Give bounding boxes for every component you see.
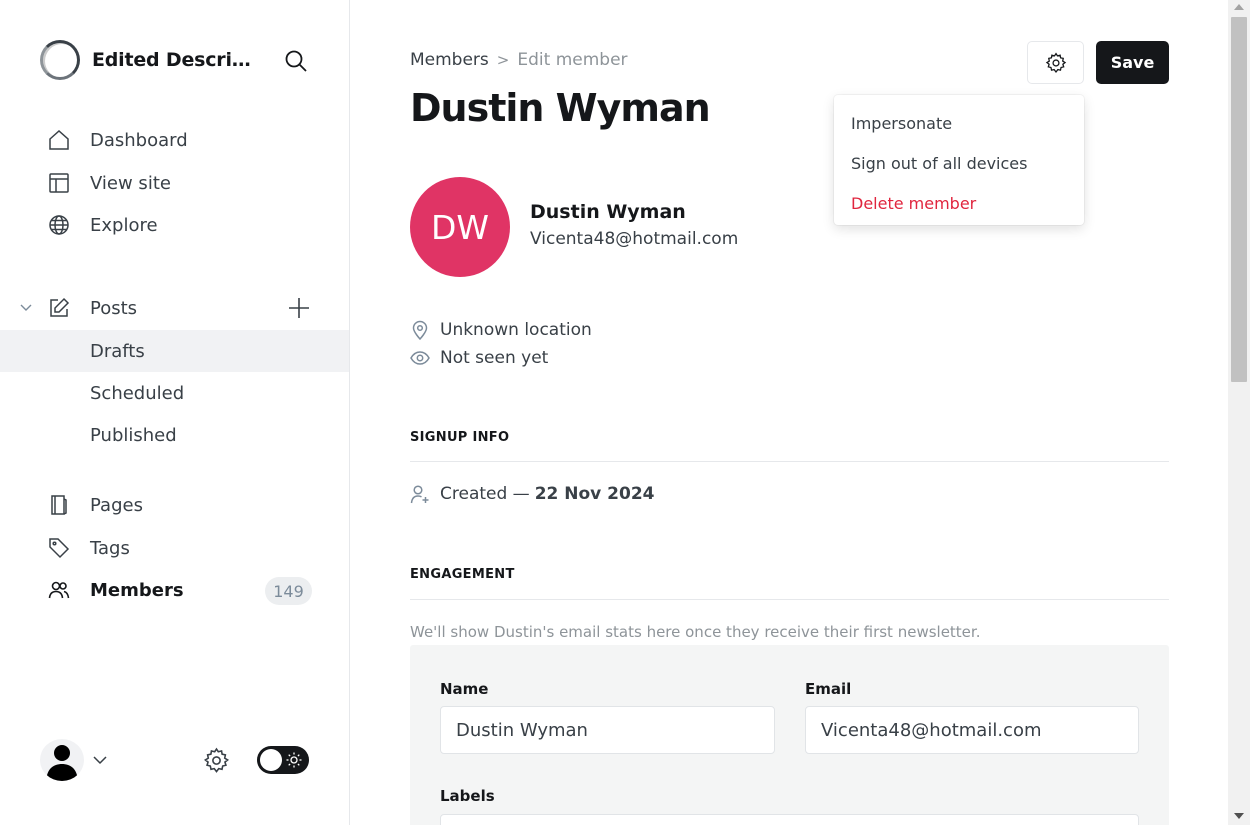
user-add-icon xyxy=(410,485,429,504)
nav-members[interactable]: Members 149 xyxy=(0,569,349,611)
nav-posts-label: Posts xyxy=(90,297,138,319)
member-name: Dustin Wyman xyxy=(530,201,686,223)
nav-scheduled[interactable]: Scheduled xyxy=(0,372,349,414)
eye-icon xyxy=(410,351,430,365)
member-form-panel: Name Dustin Wyman Email Vicenta48@hotmai… xyxy=(410,645,1169,825)
email-field-label: Email xyxy=(805,680,852,698)
user-silhouette-icon xyxy=(46,745,78,781)
nav-published-label: Published xyxy=(90,424,177,446)
nav-drafts[interactable]: Drafts xyxy=(0,330,349,372)
scroll-down-arrow-icon[interactable] xyxy=(1234,813,1244,819)
members-count-badge: 149 xyxy=(265,577,312,605)
breadcrumb-separator-icon: > xyxy=(496,51,510,69)
name-field-label: Name xyxy=(440,680,489,698)
globe-icon xyxy=(49,215,69,235)
nav-published[interactable]: Published xyxy=(0,414,349,456)
toggle-knob xyxy=(260,749,282,771)
scroll-up-arrow-icon[interactable] xyxy=(1234,4,1244,10)
member-location-text: Unknown location xyxy=(440,320,592,340)
nav-members-label: Members xyxy=(90,579,184,601)
members-icon xyxy=(48,581,70,599)
member-last-seen-text: Not seen yet xyxy=(440,348,549,368)
menu-item-impersonate[interactable]: Impersonate xyxy=(834,103,1084,143)
nav-view-site-label: View site xyxy=(90,172,171,194)
nav-dashboard[interactable]: Dashboard xyxy=(0,119,349,161)
nav-tags[interactable]: Tags xyxy=(0,527,349,569)
labels-field[interactable] xyxy=(440,814,1139,825)
member-email: Vicenta48@hotmail.com xyxy=(530,229,739,249)
nav-view-site[interactable]: View site xyxy=(0,162,349,204)
site-logo[interactable] xyxy=(40,40,80,80)
email-field[interactable]: Vicenta48@hotmail.com xyxy=(805,706,1139,754)
menu-item-sign-out-all[interactable]: Sign out of all devices xyxy=(834,143,1084,183)
nav-dashboard-label: Dashboard xyxy=(90,129,188,151)
scroll-thumb[interactable] xyxy=(1231,17,1247,382)
site-header: Edited Descripti... xyxy=(40,40,310,80)
name-field[interactable]: Dustin Wyman xyxy=(440,706,775,754)
created-prefix: Created — xyxy=(440,484,530,504)
labels-field-label: Labels xyxy=(440,787,495,805)
breadcrumb-members-link[interactable]: Members xyxy=(410,50,489,70)
gear-icon xyxy=(1045,51,1066,73)
pages-icon xyxy=(51,495,67,515)
member-location: Unknown location xyxy=(410,320,592,340)
engagement-divider xyxy=(410,599,1169,600)
nav-tags-label: Tags xyxy=(90,537,130,559)
settings-gear-icon[interactable] xyxy=(203,747,230,774)
location-pin-icon xyxy=(412,320,428,340)
breadcrumb: Members > Edit member xyxy=(410,50,628,70)
member-avatar: DW xyxy=(410,177,510,277)
nav-drafts-label: Drafts xyxy=(90,340,145,362)
layout-icon xyxy=(49,173,69,193)
home-icon xyxy=(49,129,69,150)
member-last-seen: Not seen yet xyxy=(410,348,548,368)
plus-icon[interactable] xyxy=(287,296,311,320)
nav-pages-label: Pages xyxy=(90,494,143,516)
theme-toggle[interactable] xyxy=(257,746,309,774)
user-menu-chevron-icon[interactable] xyxy=(92,752,108,768)
nav-pages[interactable]: Pages xyxy=(0,484,349,526)
page-title: Dustin Wyman xyxy=(410,86,711,130)
signup-divider xyxy=(410,461,1169,462)
menu-item-delete-member[interactable]: Delete member xyxy=(834,183,1084,223)
user-avatar[interactable] xyxy=(40,739,84,781)
site-title[interactable]: Edited Descripti... xyxy=(92,49,257,71)
search-icon[interactable] xyxy=(284,49,308,73)
sidebar: Edited Descripti... Dashboard View site … xyxy=(0,0,350,825)
member-actions-button[interactable] xyxy=(1027,41,1084,84)
created-date: 22 Nov 2024 xyxy=(534,484,655,504)
chevron-down-icon[interactable] xyxy=(19,301,33,315)
nav-scheduled-label: Scheduled xyxy=(90,382,185,404)
signup-info-heading: SIGNUP INFO xyxy=(410,430,510,445)
edit-icon xyxy=(50,297,70,317)
engagement-note: We'll show Dustin's email stats here onc… xyxy=(410,623,981,641)
tag-icon xyxy=(49,538,70,559)
member-actions-menu: Impersonate Sign out of all devices Dele… xyxy=(834,95,1084,225)
page-scrollbar[interactable] xyxy=(1228,0,1250,825)
nav-explore-label: Explore xyxy=(90,214,158,236)
engagement-heading: ENGAGEMENT xyxy=(410,567,515,582)
breadcrumb-current: Edit member xyxy=(517,50,628,70)
sun-icon xyxy=(286,752,302,768)
created-row: Created — 22 Nov 2024 xyxy=(410,484,654,504)
nav-explore[interactable]: Explore xyxy=(0,204,349,246)
save-button[interactable]: Save xyxy=(1096,41,1169,84)
nav-posts[interactable]: Posts xyxy=(0,287,349,329)
main-content: Members > Edit member Dustin Wyman Save … xyxy=(350,0,1228,825)
